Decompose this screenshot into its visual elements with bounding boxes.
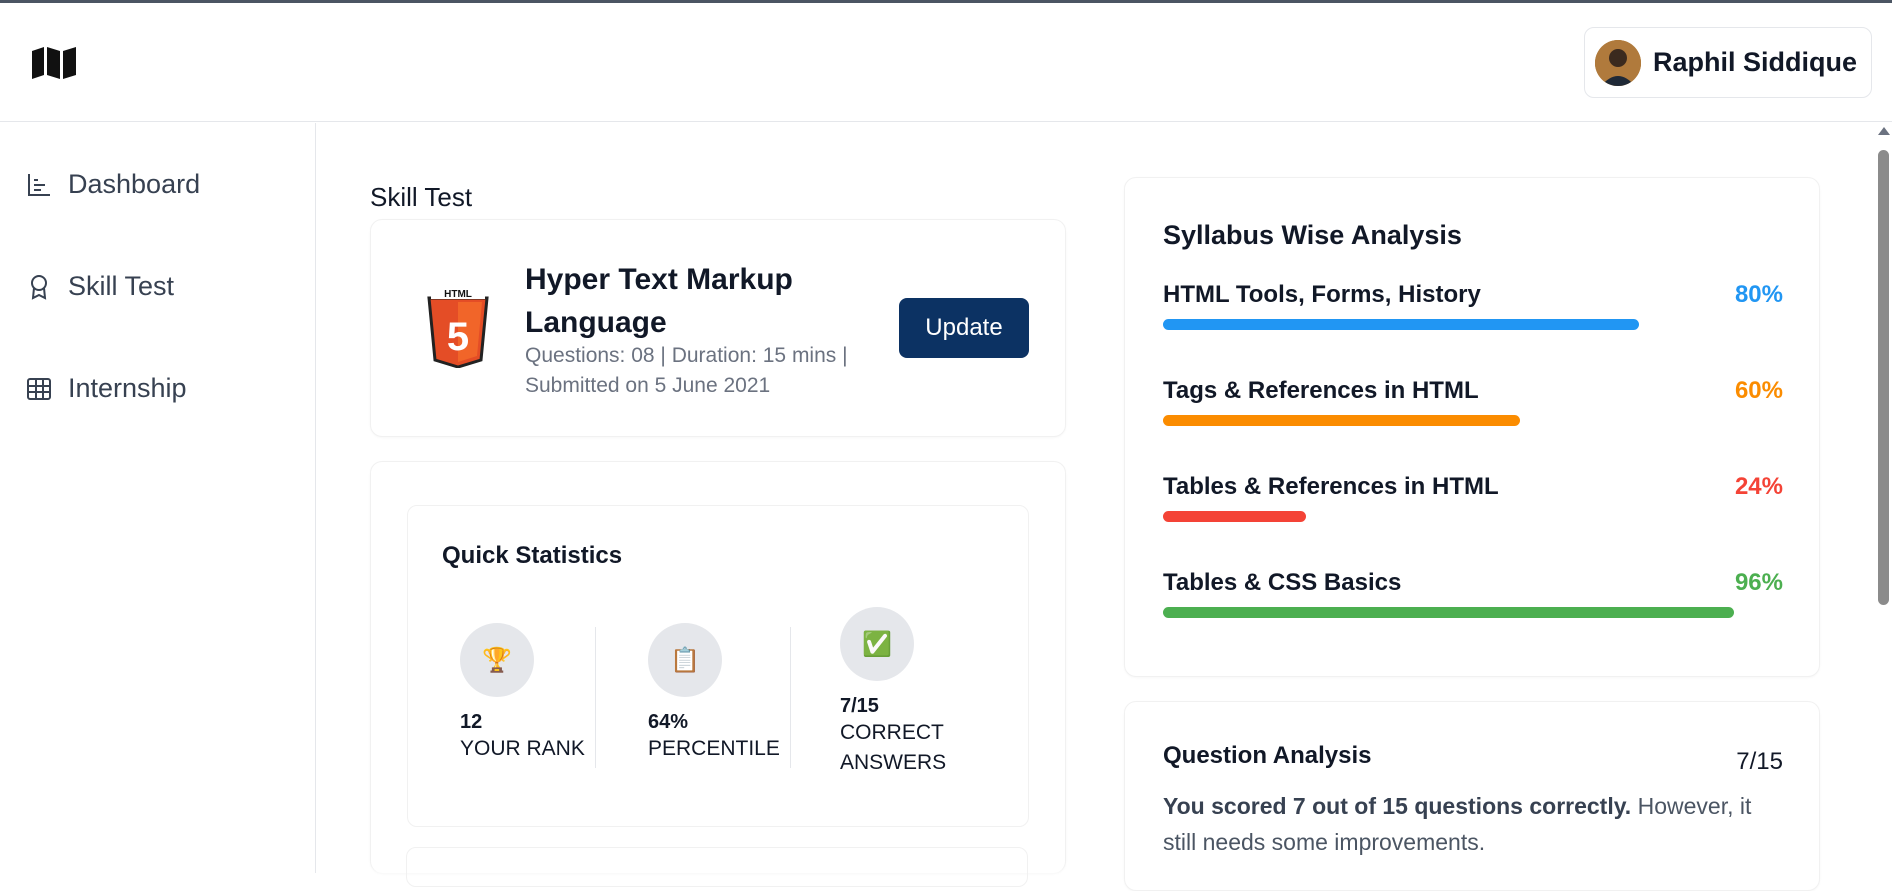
- stat-label: YOUR RANK: [460, 737, 585, 760]
- stat-percentile: 📋 64% PERCENTILE: [648, 623, 780, 764]
- syllabus-topic-name: Tables & References in HTML: [1163, 473, 1499, 500]
- syllabus-progress-bar: [1163, 319, 1639, 330]
- trophy-icon: 🏆: [460, 623, 534, 697]
- divider: [790, 627, 791, 768]
- divider: [595, 627, 596, 768]
- next-card: [406, 847, 1028, 887]
- syllabus-topic-name: Tables & CSS Basics: [1163, 569, 1402, 596]
- stat-correct-answers: ✅ 7/15 CORRECT ANSWERS: [840, 607, 970, 778]
- quick-statistics-panel: Quick Statistics 🏆 12 YOUR RANK 📋 64% PE…: [407, 505, 1029, 827]
- svg-text:HTML: HTML: [444, 289, 472, 300]
- syllabus-progress-bar: [1163, 511, 1306, 522]
- test-meta: Questions: 08 | Duration: 15 mins | Subm…: [525, 344, 848, 397]
- table-icon: [27, 377, 51, 400]
- sidebar: Dashboard Skill Test Internship: [0, 123, 316, 873]
- user-name: Raphil Siddique: [1652, 47, 1857, 77]
- page-title: Skill Test: [370, 182, 473, 212]
- syllabus-topic-percent: 96%: [1734, 569, 1783, 596]
- syllabus-topic-name: Tags & References in HTML: [1163, 377, 1479, 404]
- top-header: Raphil Siddique: [0, 3, 1892, 122]
- question-analysis-count: 7/15: [1736, 748, 1783, 775]
- stat-label: PERCENTILE: [648, 737, 780, 760]
- stat-value: 12: [460, 711, 483, 733]
- svg-text:5: 5: [447, 315, 469, 359]
- sidebar-item-label: Dashboard: [68, 169, 201, 199]
- syllabus-card: Syllabus Wise Analysis HTML Tools, Forms…: [1124, 177, 1820, 677]
- question-analysis-summary: You scored 7 out of 15 questions correct…: [1163, 788, 1783, 860]
- syllabus-row: Tables & CSS Basics 96%: [1163, 569, 1783, 618]
- question-analysis-card: Question Analysis 7/15 You scored 7 out …: [1124, 701, 1820, 891]
- sidebar-item-label: Internship: [68, 373, 187, 403]
- scroll-thumb[interactable]: [1878, 150, 1889, 605]
- chart-icon: [28, 173, 50, 196]
- test-title: Hyper Text Markup Language: [525, 263, 793, 339]
- user-profile-button[interactable]: Raphil Siddique: [1583, 27, 1872, 98]
- stats-card: Quick Statistics 🏆 12 YOUR RANK 📋 64% PE…: [370, 461, 1066, 873]
- scrollbar[interactable]: [1875, 123, 1892, 873]
- sidebar-item-label: Skill Test: [68, 271, 175, 301]
- test-card: HTML 5 Hyper Text Markup Language Questi…: [370, 219, 1066, 437]
- syllabus-topic-percent: 80%: [1734, 281, 1783, 308]
- clipboard-icon: 📋: [648, 623, 722, 697]
- avatar: [1594, 39, 1641, 86]
- stat-label: CORRECT ANSWERS: [840, 721, 947, 774]
- syllabus-topic-percent: 24%: [1734, 473, 1783, 500]
- scroll-up-icon[interactable]: [1878, 127, 1890, 135]
- badge-icon: [31, 274, 47, 300]
- syllabus-row: HTML Tools, Forms, History 80%: [1163, 281, 1783, 330]
- sidebar-item-skill-test[interactable]: Skill Test: [26, 271, 174, 302]
- summary-bold: You scored 7 out of 15 questions correct…: [1163, 793, 1632, 819]
- stat-value: 7/15: [840, 695, 879, 717]
- update-button[interactable]: Update: [899, 298, 1029, 358]
- syllabus-row: Tables & References in HTML 24%: [1163, 473, 1783, 522]
- sidebar-item-internship[interactable]: Internship: [26, 373, 187, 404]
- stat-rank: 🏆 12 YOUR RANK: [460, 623, 585, 764]
- quick-statistics-title: Quick Statistics: [442, 542, 623, 569]
- syllabus-progress-bar: [1163, 415, 1520, 426]
- syllabus-title: Syllabus Wise Analysis: [1163, 220, 1462, 250]
- syllabus-topic-name: HTML Tools, Forms, History: [1163, 281, 1481, 308]
- syllabus-row: Tags & References in HTML 60%: [1163, 377, 1783, 426]
- stat-value: 64%: [648, 711, 689, 733]
- syllabus-progress-bar: [1163, 607, 1734, 618]
- question-analysis-title: Question Analysis: [1163, 742, 1372, 769]
- html5-icon: HTML 5: [427, 288, 489, 368]
- sidebar-item-dashboard[interactable]: Dashboard: [26, 169, 200, 200]
- map-icon[interactable]: [32, 47, 76, 79]
- syllabus-topic-percent: 60%: [1734, 377, 1783, 404]
- check-icon: ✅: [840, 607, 914, 681]
